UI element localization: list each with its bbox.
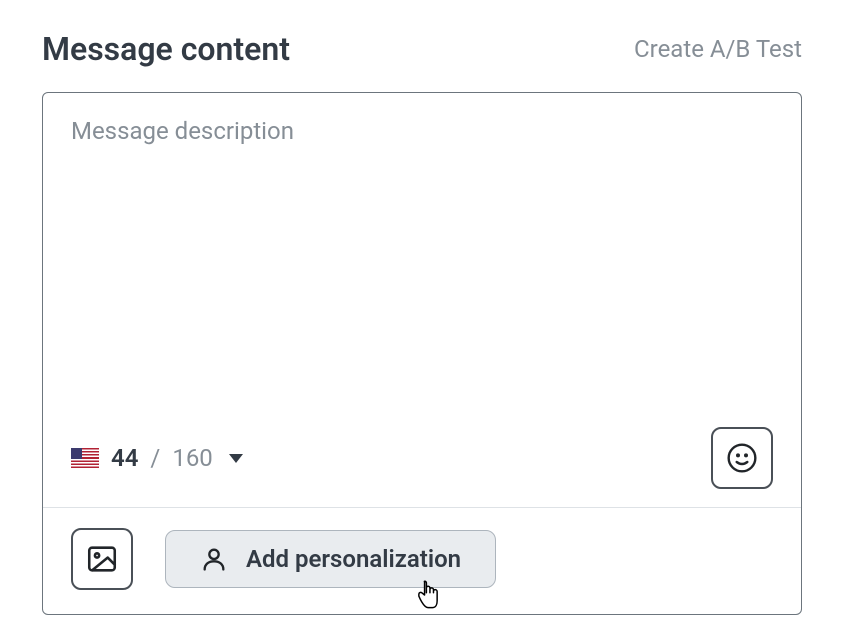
message-editor-container: 44 / 160 Add pe	[42, 92, 802, 615]
char-count-separator: /	[150, 444, 160, 472]
char-count-current: 44	[111, 444, 138, 472]
pointer-cursor-icon	[414, 579, 442, 611]
emoji-button[interactable]	[711, 427, 773, 489]
page-title: Message content	[42, 30, 290, 68]
person-icon	[200, 545, 228, 573]
message-textarea[interactable]	[43, 93, 801, 413]
counter-row: 44 / 160	[43, 417, 801, 508]
image-icon	[85, 542, 119, 576]
char-count-max: 160	[172, 444, 212, 472]
create-ab-test-link[interactable]: Create A/B Test	[634, 35, 802, 63]
smiley-icon	[726, 442, 758, 474]
actions-row: Add personalization	[43, 508, 801, 614]
character-counter[interactable]: 44 / 160	[71, 444, 243, 472]
chevron-down-icon	[229, 454, 243, 463]
add-personalization-button[interactable]: Add personalization	[165, 530, 496, 588]
insert-image-button[interactable]	[71, 528, 133, 590]
us-flag-icon	[71, 448, 99, 468]
add-personalization-label: Add personalization	[246, 545, 461, 573]
